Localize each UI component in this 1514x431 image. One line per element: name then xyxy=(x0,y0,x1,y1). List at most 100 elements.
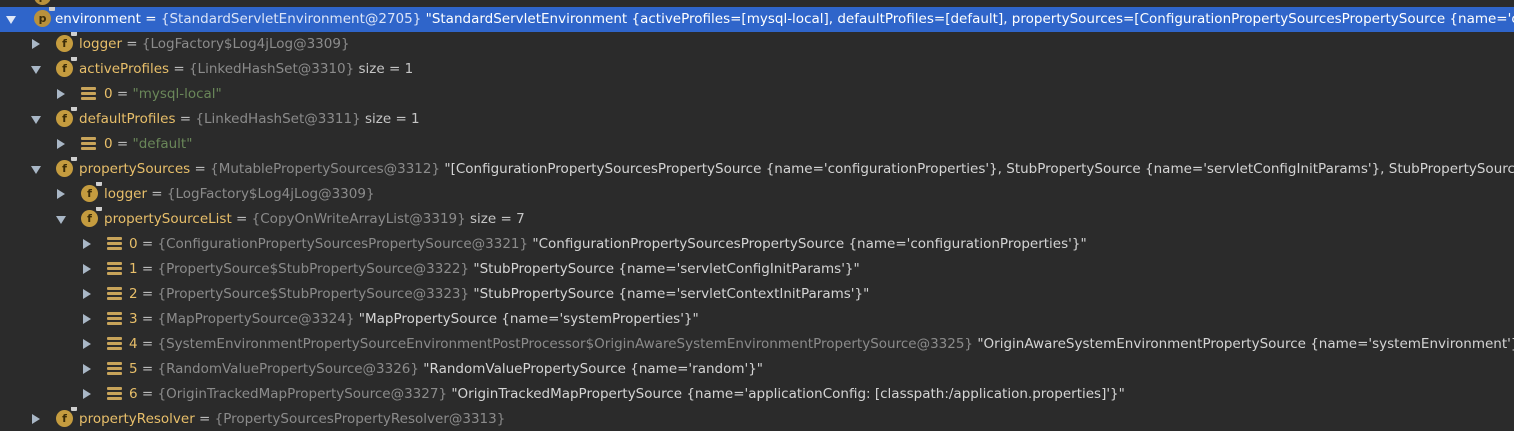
chevron-right-icon[interactable] xyxy=(83,339,91,349)
array-index: 4 xyxy=(129,336,138,352)
field-icon: f xyxy=(81,207,102,227)
tree-row-environment[interactable]: p environment = {StandardServletEnvironm… xyxy=(0,7,1514,32)
tree-row-label: 1 = {PropertySource$StubPropertySource@3… xyxy=(129,260,860,279)
field-icon: f xyxy=(81,182,102,202)
tree-row-label: logger = {LogFactory$Log4jLog@3309} xyxy=(79,35,350,54)
chevron-right-icon[interactable] xyxy=(32,414,40,424)
debugger-variables-tree[interactable]: p p environment = {StandardServletEnviro… xyxy=(0,0,1514,431)
variable-value: "StubPropertySource {name='servletConfig… xyxy=(469,261,860,277)
array-index: 3 xyxy=(129,311,138,327)
equals-sign: = xyxy=(137,336,158,352)
tree-row-label: environment = {StandardServletEnvironmen… xyxy=(55,10,1514,29)
tree-row-label: propertySourceList = {CopyOnWriteArrayLi… xyxy=(104,210,525,229)
array-index: 0 xyxy=(104,86,113,102)
tree-row-label: 3 = {MapPropertySource@3324} "MapPropert… xyxy=(129,310,699,329)
tree-row-propertysourcelist-2[interactable]: 2 = {PropertySource$StubPropertySource@3… xyxy=(0,282,1514,307)
chevron-right-icon[interactable] xyxy=(57,89,65,99)
variable-name: environment xyxy=(55,11,141,27)
array-element-icon xyxy=(107,362,122,376)
tree-row-activeprofiles[interactable]: f activeProfiles = {LinkedHashSet@3310} … xyxy=(0,57,1514,82)
variable-value: "MapPropertySource {name='systemProperti… xyxy=(354,311,699,327)
object-reference: {OriginTrackedMapPropertySource@3327} xyxy=(157,386,448,402)
collection-size: size = 1 xyxy=(354,61,414,77)
tree-row-defaultprofiles-0[interactable]: 0 = "default" xyxy=(0,132,1514,157)
variable-value: "ConfigurationPropertySourcesPropertySou… xyxy=(528,236,1087,252)
equals-sign: = xyxy=(231,211,252,227)
array-element-icon xyxy=(81,87,96,101)
chevron-down-icon[interactable] xyxy=(56,216,66,224)
field-icon: f xyxy=(56,107,77,127)
chevron-down-icon[interactable] xyxy=(31,66,41,74)
tree-row-propertysourcelist-4[interactable]: 4 = {SystemEnvironmentPropertySourceEnvi… xyxy=(0,332,1514,357)
tree-row-propertysources-logger[interactable]: f logger = {LogFactory$Log4jLog@3309} xyxy=(0,182,1514,207)
variable-name: logger xyxy=(79,36,123,52)
tree-row-propertysourcelist[interactable]: f propertySourceList = {CopyOnWriteArray… xyxy=(0,207,1514,232)
array-element-icon xyxy=(107,337,122,351)
variable-value: "StubPropertySource {name='servletContex… xyxy=(469,286,870,302)
array-element-icon xyxy=(107,237,122,251)
object-reference: {SystemEnvironmentPropertySourceEnvironm… xyxy=(157,336,974,352)
object-reference: {LogFactory$Log4jLog@3309} xyxy=(166,186,375,202)
field-icon: f xyxy=(56,32,77,52)
tree-row-label: activeProfiles = {LinkedHashSet@3310} si… xyxy=(79,60,413,79)
tree-row-defaultprofiles[interactable]: f defaultProfiles = {LinkedHashSet@3311}… xyxy=(0,107,1514,132)
tree-row-label: 4 = {SystemEnvironmentPropertySourceEnvi… xyxy=(129,335,1514,354)
object-reference: {LogFactory$Log4jLog@3309} xyxy=(141,36,350,52)
array-element-icon xyxy=(81,137,96,151)
variable-value: "OriginAwareSystemEnvironmentPropertySou… xyxy=(973,336,1514,352)
tree-row-logger[interactable]: f logger = {LogFactory$Log4jLog@3309} xyxy=(0,32,1514,57)
array-element-icon xyxy=(107,312,122,326)
chevron-right-icon[interactable] xyxy=(83,389,91,399)
tree-row-propertysourcelist-3[interactable]: 3 = {MapPropertySource@3324} "MapPropert… xyxy=(0,307,1514,332)
collection-size: size = 1 xyxy=(360,111,420,127)
variable-name: propertySources xyxy=(79,161,191,177)
collection-size: size = 7 xyxy=(465,211,525,227)
array-index: 6 xyxy=(129,386,138,402)
tree-row-propertyresolver[interactable]: f propertyResolver = {PropertySourcesPro… xyxy=(0,407,1514,431)
property-icon: p xyxy=(34,7,55,27)
chevron-right-icon[interactable] xyxy=(57,189,65,199)
tree-row-label: 0 = "mysql-local" xyxy=(104,85,222,104)
chevron-right-icon[interactable] xyxy=(83,364,91,374)
chevron-right-icon[interactable] xyxy=(83,264,91,274)
chevron-down-icon[interactable] xyxy=(31,116,41,124)
array-element-icon xyxy=(107,387,122,401)
equals-sign: = xyxy=(137,361,158,377)
tree-row-label: logger = {LogFactory$Log4jLog@3309} xyxy=(104,185,375,204)
tree-row-propertysourcelist-5[interactable]: 5 = {RandomValuePropertySource@3326} "Ra… xyxy=(0,357,1514,382)
variable-value: "[ConfigurationPropertySourcesPropertySo… xyxy=(440,161,1514,177)
tree-row-propertysourcelist-0[interactable]: 0 = {ConfigurationPropertySourcesPropert… xyxy=(0,232,1514,257)
chevron-down-icon[interactable] xyxy=(6,16,16,24)
string-value: "mysql-local" xyxy=(132,86,222,102)
variable-name: activeProfiles xyxy=(79,61,170,77)
equals-sign: = xyxy=(175,111,196,127)
equals-sign: = xyxy=(112,86,133,102)
chevron-right-icon[interactable] xyxy=(83,289,91,299)
object-reference: {LinkedHashSet@3310} xyxy=(188,61,355,77)
chevron-down-icon[interactable] xyxy=(31,166,41,174)
tree-row-propertysources[interactable]: f propertySources = {MutablePropertySour… xyxy=(0,157,1514,182)
tree-row-label: propertyResolver = {PropertySourcesPrope… xyxy=(79,410,505,429)
object-reference: {CopyOnWriteArrayList@3319} xyxy=(251,211,466,227)
equals-sign: = xyxy=(137,236,158,252)
chevron-right-icon[interactable] xyxy=(83,239,91,249)
object-reference: {MutablePropertySources@3312} xyxy=(210,161,441,177)
equals-sign: = xyxy=(112,136,133,152)
variable-name: defaultProfiles xyxy=(79,111,176,127)
chevron-right-icon[interactable] xyxy=(32,39,40,49)
tree-row-propertysourcelist-1[interactable]: 1 = {PropertySource$StubPropertySource@3… xyxy=(0,257,1514,282)
equals-sign: = xyxy=(140,11,161,27)
array-element-icon xyxy=(107,287,122,301)
chevron-right-icon[interactable] xyxy=(83,314,91,324)
object-reference: {RandomValuePropertySource@3326} xyxy=(157,361,420,377)
object-reference: {StandardServletEnvironment@2705} xyxy=(160,11,422,27)
array-index: 0 xyxy=(129,236,138,252)
chevron-right-icon[interactable] xyxy=(57,139,65,149)
equals-sign: = xyxy=(137,311,158,327)
tree-row-activeprofiles-0[interactable]: 0 = "mysql-local" xyxy=(0,82,1514,107)
variable-name: logger xyxy=(104,186,148,202)
tree-row-label: 2 = {PropertySource$StubPropertySource@3… xyxy=(129,285,869,304)
tree-row-label: 0 = {ConfigurationPropertySourcesPropert… xyxy=(129,235,1087,254)
array-index: 1 xyxy=(129,261,138,277)
tree-row-propertysourcelist-6[interactable]: 6 = {OriginTrackedMapPropertySource@3327… xyxy=(0,382,1514,407)
